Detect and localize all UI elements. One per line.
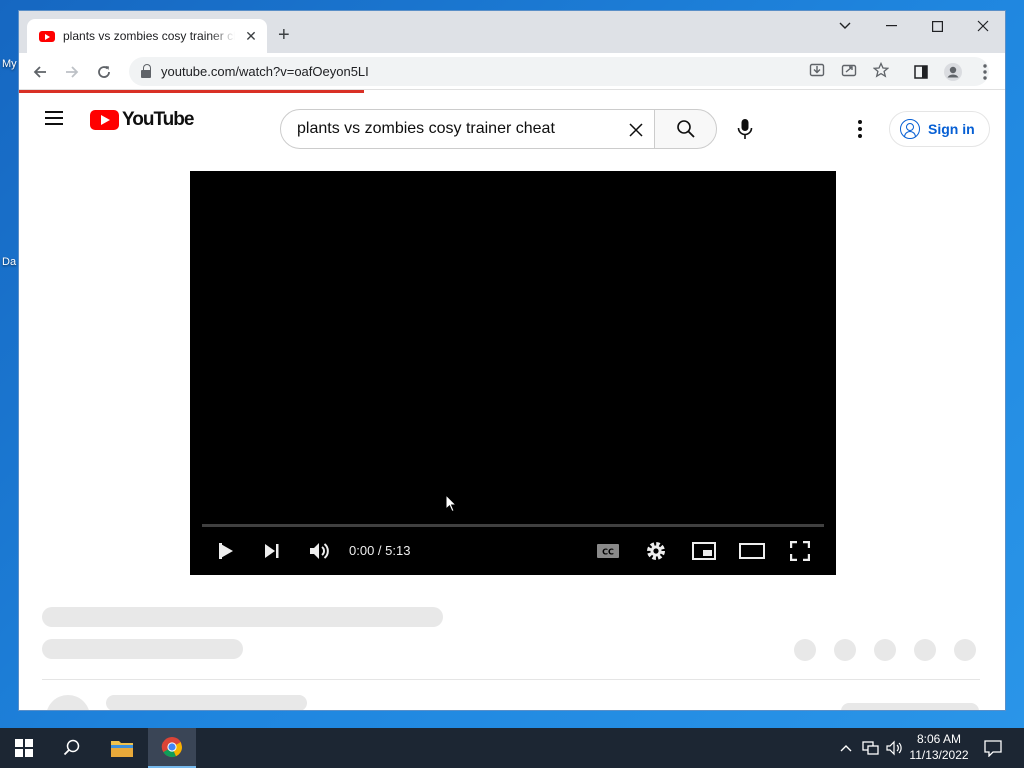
play-button[interactable] bbox=[212, 537, 240, 565]
subtitles-button[interactable]: CC bbox=[593, 537, 623, 565]
action-placeholder bbox=[794, 639, 816, 661]
browser-tab[interactable]: plants vs zombies cosy trainer cheat - Y… bbox=[27, 19, 267, 53]
action-placeholder bbox=[874, 639, 896, 661]
start-button[interactable] bbox=[0, 728, 48, 768]
desktop-icon-label[interactable]: Da bbox=[2, 256, 16, 268]
video-player[interactable]: 0:00 / 5:13 CC bbox=[190, 171, 836, 575]
action-placeholder bbox=[954, 639, 976, 661]
volume-icon bbox=[310, 543, 329, 559]
theater-mode-button[interactable] bbox=[737, 537, 767, 565]
search-input[interactable]: plants vs zombies cosy trainer cheat bbox=[280, 109, 655, 149]
volume-tray-icon[interactable] bbox=[884, 728, 906, 768]
settings-menu-icon[interactable] bbox=[852, 117, 868, 141]
taskbar-clock[interactable]: 8:06 AM 11/13/2022 bbox=[904, 731, 974, 763]
browser-window: plants vs zombies cosy trainer cheat - Y… bbox=[18, 10, 1006, 711]
search-icon bbox=[63, 739, 80, 756]
chrome-taskbar-button[interactable] bbox=[148, 728, 196, 768]
new-tab-button[interactable]: + bbox=[278, 25, 290, 45]
progress-bar[interactable] bbox=[202, 524, 824, 527]
chevron-up-icon bbox=[840, 745, 852, 752]
fullscreen-button[interactable] bbox=[785, 537, 815, 565]
title-placeholder bbox=[42, 607, 443, 627]
action-center-button[interactable] bbox=[978, 728, 1008, 768]
file-explorer-button[interactable] bbox=[98, 728, 146, 768]
install-app-icon[interactable] bbox=[807, 62, 827, 82]
lock-icon[interactable] bbox=[141, 63, 151, 78]
clock-date: 11/13/2022 bbox=[909, 748, 969, 762]
sign-in-button[interactable]: Sign in bbox=[889, 111, 990, 147]
tab-title: plants vs zombies cosy trainer cheat - Y… bbox=[63, 29, 235, 43]
show-hidden-icons-button[interactable] bbox=[836, 728, 856, 768]
gear-icon bbox=[647, 542, 665, 560]
tab-strip: plants vs zombies cosy trainer cheat - Y… bbox=[19, 11, 1005, 53]
microphone-icon bbox=[737, 119, 753, 139]
taskbar: 8:06 AM 11/13/2022 bbox=[0, 728, 1024, 768]
youtube-play-logo-icon bbox=[90, 110, 119, 130]
folder-icon bbox=[111, 741, 133, 757]
divider bbox=[42, 679, 980, 680]
action-placeholder bbox=[834, 639, 856, 661]
theater-mode-icon bbox=[739, 543, 765, 559]
account-icon bbox=[900, 119, 920, 139]
reload-button[interactable] bbox=[91, 59, 117, 85]
play-icon bbox=[219, 543, 233, 559]
voice-search-button[interactable] bbox=[731, 115, 759, 143]
address-bar[interactable]: youtube.com/watch?v=oafOeyon5LI bbox=[129, 57, 989, 86]
settings-button[interactable] bbox=[641, 537, 671, 565]
search-query[interactable]: plants vs zombies cosy trainer cheat bbox=[297, 120, 555, 138]
youtube-header: YouTube plants vs zombies cosy trainer c… bbox=[19, 93, 1005, 149]
fullscreen-icon bbox=[790, 541, 810, 561]
miniplayer-icon bbox=[692, 542, 716, 560]
search-icon bbox=[676, 120, 695, 138]
guide-menu-icon[interactable] bbox=[45, 111, 63, 125]
browser-menu-icon[interactable] bbox=[972, 59, 998, 85]
avatar-placeholder bbox=[46, 695, 90, 710]
clear-search-icon[interactable] bbox=[624, 118, 648, 142]
close-tab-icon[interactable]: ✕ bbox=[243, 28, 259, 45]
tab-search-icon[interactable] bbox=[822, 11, 868, 41]
youtube-favicon-icon bbox=[39, 30, 55, 42]
channel-placeholder bbox=[42, 639, 243, 659]
windows-logo-icon bbox=[15, 739, 33, 757]
mute-button[interactable] bbox=[305, 537, 333, 565]
mouse-cursor-icon bbox=[445, 493, 458, 518]
minimize-button[interactable] bbox=[868, 11, 914, 41]
closed-captions-icon: CC bbox=[597, 544, 619, 558]
svg-text:CC: CC bbox=[602, 548, 614, 557]
taskbar-search-button[interactable] bbox=[48, 728, 96, 768]
miniplayer-button[interactable] bbox=[689, 537, 719, 565]
forward-button[interactable] bbox=[59, 59, 85, 85]
youtube-logo-text: YouTube bbox=[122, 109, 194, 130]
search-button[interactable] bbox=[654, 109, 717, 149]
youtube-logo[interactable]: YouTube bbox=[90, 109, 194, 131]
url-text[interactable]: youtube.com/watch?v=oafOeyon5LI bbox=[161, 64, 369, 79]
channel-name-placeholder bbox=[106, 695, 307, 710]
time-display: 0:00 / 5:13 bbox=[349, 543, 411, 558]
share-icon[interactable] bbox=[839, 62, 859, 82]
maximize-button[interactable] bbox=[914, 11, 960, 41]
desktop-icon-label[interactable]: My bbox=[2, 58, 17, 70]
clock-time: 8:06 AM bbox=[916, 732, 962, 746]
close-window-button[interactable] bbox=[960, 11, 1005, 41]
sign-in-label: Sign in bbox=[928, 121, 975, 137]
next-icon bbox=[265, 544, 279, 558]
next-button[interactable] bbox=[258, 537, 286, 565]
browser-toolbar: youtube.com/watch?v=oafOeyon5LI bbox=[19, 53, 1005, 90]
subscribe-placeholder bbox=[841, 703, 979, 710]
chrome-icon bbox=[161, 737, 183, 758]
notification-icon bbox=[984, 740, 1002, 757]
network-icon[interactable] bbox=[860, 728, 882, 768]
back-button[interactable] bbox=[27, 59, 53, 85]
profile-avatar-icon[interactable] bbox=[940, 59, 966, 85]
action-placeholder bbox=[914, 639, 936, 661]
bookmark-star-icon[interactable] bbox=[871, 61, 891, 82]
side-panel-icon[interactable] bbox=[908, 59, 934, 85]
